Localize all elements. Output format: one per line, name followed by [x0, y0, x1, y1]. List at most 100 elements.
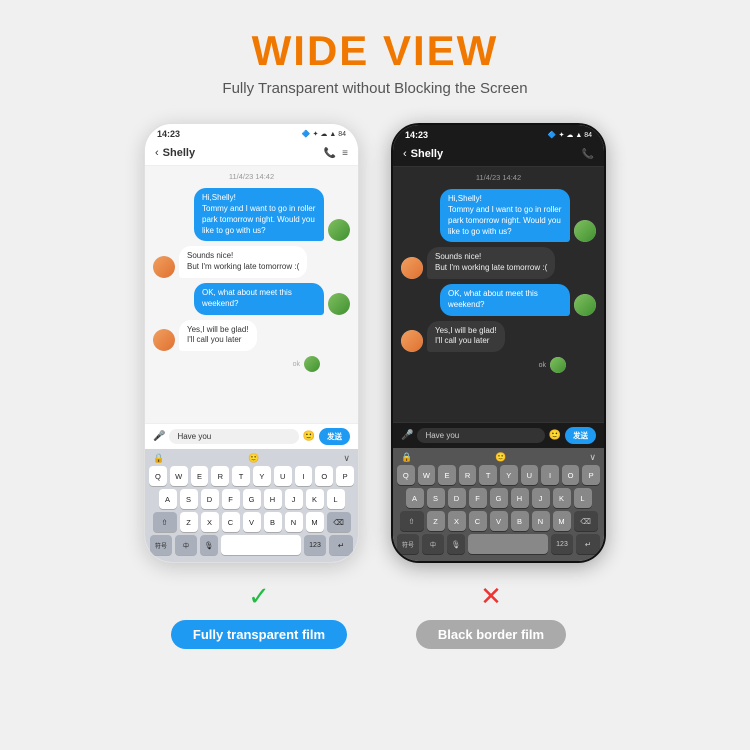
input-field-left[interactable]: Have you — [169, 429, 298, 444]
contact-name-right: Shelly — [411, 148, 443, 160]
key-r-V[interactable]: V — [490, 511, 508, 531]
key-W[interactable]: W — [170, 466, 188, 486]
key-A[interactable]: A — [159, 489, 177, 509]
key-r-J[interactable]: J — [532, 488, 550, 508]
key-backspace[interactable]: ⌫ — [327, 512, 351, 532]
key-r-Q[interactable]: Q — [397, 465, 415, 485]
input-bar-right: 🎤 Have you 🙂 发送 — [393, 422, 604, 448]
key-r-C[interactable]: C — [469, 511, 487, 531]
key-r-I[interactable]: I — [541, 465, 559, 485]
phone-icon-left[interactable]: 📞 — [324, 148, 336, 159]
key-E[interactable]: E — [191, 466, 209, 486]
key-R[interactable]: R — [211, 466, 229, 486]
key-r-B[interactable]: B — [511, 511, 529, 531]
key-N[interactable]: N — [285, 512, 303, 532]
key-123[interactable]: 123 — [304, 535, 326, 555]
toolbar-r-icon-1[interactable]: 🔒 — [401, 452, 412, 463]
emoji-icon-right[interactable]: 🙂 — [549, 430, 561, 441]
key-Z[interactable]: Z — [180, 512, 198, 532]
key-r-R[interactable]: R — [459, 465, 477, 485]
date-label-left: 11/4/23 14:42 — [153, 172, 350, 181]
key-M[interactable]: M — [306, 512, 324, 532]
key-r-E[interactable]: E — [438, 465, 456, 485]
key-F[interactable]: F — [222, 489, 240, 509]
key-r-Y[interactable]: Y — [500, 465, 518, 485]
key-r-O[interactable]: O — [562, 465, 580, 485]
mic-icon-left[interactable]: 🎤 — [153, 431, 165, 442]
key-r-K[interactable]: K — [553, 488, 571, 508]
key-r-N[interactable]: N — [532, 511, 550, 531]
key-D[interactable]: D — [201, 489, 219, 509]
toolbar-chevron[interactable]: ∨ — [343, 453, 350, 464]
key-X[interactable]: X — [201, 512, 219, 532]
key-r-W[interactable]: W — [418, 465, 436, 485]
status-time-right: 14:23 — [405, 130, 428, 140]
key-r-shift[interactable]: ⇧ — [400, 511, 424, 531]
toolbar-icon-2[interactable]: 🙂 — [248, 453, 259, 464]
key-S[interactable]: S — [180, 489, 198, 509]
key-r-F[interactable]: F — [469, 488, 487, 508]
key-L[interactable]: L — [327, 489, 345, 509]
send-btn-left[interactable]: 发送 — [319, 428, 350, 445]
key-J[interactable]: J — [285, 489, 303, 509]
key-r-A[interactable]: A — [406, 488, 424, 508]
key-T[interactable]: T — [232, 466, 250, 486]
key-K[interactable]: K — [306, 489, 324, 509]
key-B[interactable]: B — [264, 512, 282, 532]
key-r-G[interactable]: G — [490, 488, 508, 508]
key-r-X[interactable]: X — [448, 511, 466, 531]
back-arrow-left[interactable]: ‹ — [155, 147, 159, 159]
key-Q[interactable]: Q — [149, 466, 167, 486]
key-r-T[interactable]: T — [479, 465, 497, 485]
toolbar-r-chevron[interactable]: ∨ — [589, 452, 596, 463]
key-H[interactable]: H — [264, 489, 282, 509]
key-r-sym[interactable]: 符号 — [397, 534, 419, 554]
keyboard-row-r2: A S D F G H J K L — [397, 488, 600, 508]
emoji-icon-left[interactable]: 🙂 — [303, 431, 315, 442]
key-r-D[interactable]: D — [448, 488, 466, 508]
key-cn[interactable]: 中 — [175, 535, 197, 555]
key-U[interactable]: U — [274, 466, 292, 486]
key-r-U[interactable]: U — [521, 465, 539, 485]
key-r-L[interactable]: L — [574, 488, 592, 508]
key-r-H[interactable]: H — [511, 488, 529, 508]
status-icons-left: 🔷 ✦ ☁ ▲ 84 — [302, 130, 346, 138]
phone-icon-right[interactable]: 📞 — [582, 149, 594, 160]
key-V[interactable]: V — [243, 512, 261, 532]
toolbar-r-icon-2[interactable]: 🙂 — [495, 452, 506, 463]
input-field-right[interactable]: Have you — [417, 428, 544, 443]
key-sym[interactable]: 符号 — [150, 535, 172, 555]
send-btn-right[interactable]: 发送 — [565, 427, 596, 444]
key-r-space[interactable] — [468, 534, 548, 554]
label-item-left: ✓ Fully transparent film — [159, 581, 359, 649]
key-P[interactable]: P — [336, 466, 354, 486]
key-C[interactable]: C — [222, 512, 240, 532]
keyboard-left: 🔒 🙂 ∨ Q W E R T Y U I O P — [145, 449, 358, 562]
key-G[interactable]: G — [243, 489, 261, 509]
key-r-M[interactable]: M — [553, 511, 571, 531]
key-r-Z[interactable]: Z — [427, 511, 445, 531]
key-Y[interactable]: Y — [253, 466, 271, 486]
key-r-mic[interactable]: 🎙 — [447, 534, 465, 554]
key-r-123[interactable]: 123 — [551, 534, 573, 554]
ok-line-right: ok — [401, 357, 596, 373]
key-O[interactable]: O — [315, 466, 333, 486]
menu-icon-left[interactable]: ≡ — [342, 148, 348, 159]
key-r-enter[interactable]: ↵ — [576, 534, 600, 554]
label-item-right: ✕ Black border film — [391, 581, 591, 649]
key-r-S[interactable]: S — [427, 488, 445, 508]
back-arrow-right[interactable]: ‹ — [403, 148, 407, 160]
chat-header-icons-right: 📞 — [582, 149, 594, 160]
label-badge-transparent: Fully transparent film — [171, 620, 347, 649]
key-r-P[interactable]: P — [582, 465, 600, 485]
keyboard-right: 🔒 🙂 ∨ Q W E R T Y U I O P — [393, 448, 604, 561]
mic-icon-right[interactable]: 🎤 — [401, 430, 413, 441]
toolbar-icon-1[interactable]: 🔒 — [153, 453, 164, 464]
key-r-cn[interactable]: 中 — [422, 534, 444, 554]
key-shift[interactable]: ⇧ — [153, 512, 177, 532]
key-mic[interactable]: 🎙 — [200, 535, 218, 555]
key-I[interactable]: I — [295, 466, 313, 486]
key-space[interactable] — [221, 535, 301, 555]
key-enter[interactable]: ↵ — [329, 535, 353, 555]
key-r-backspace[interactable]: ⌫ — [574, 511, 598, 531]
